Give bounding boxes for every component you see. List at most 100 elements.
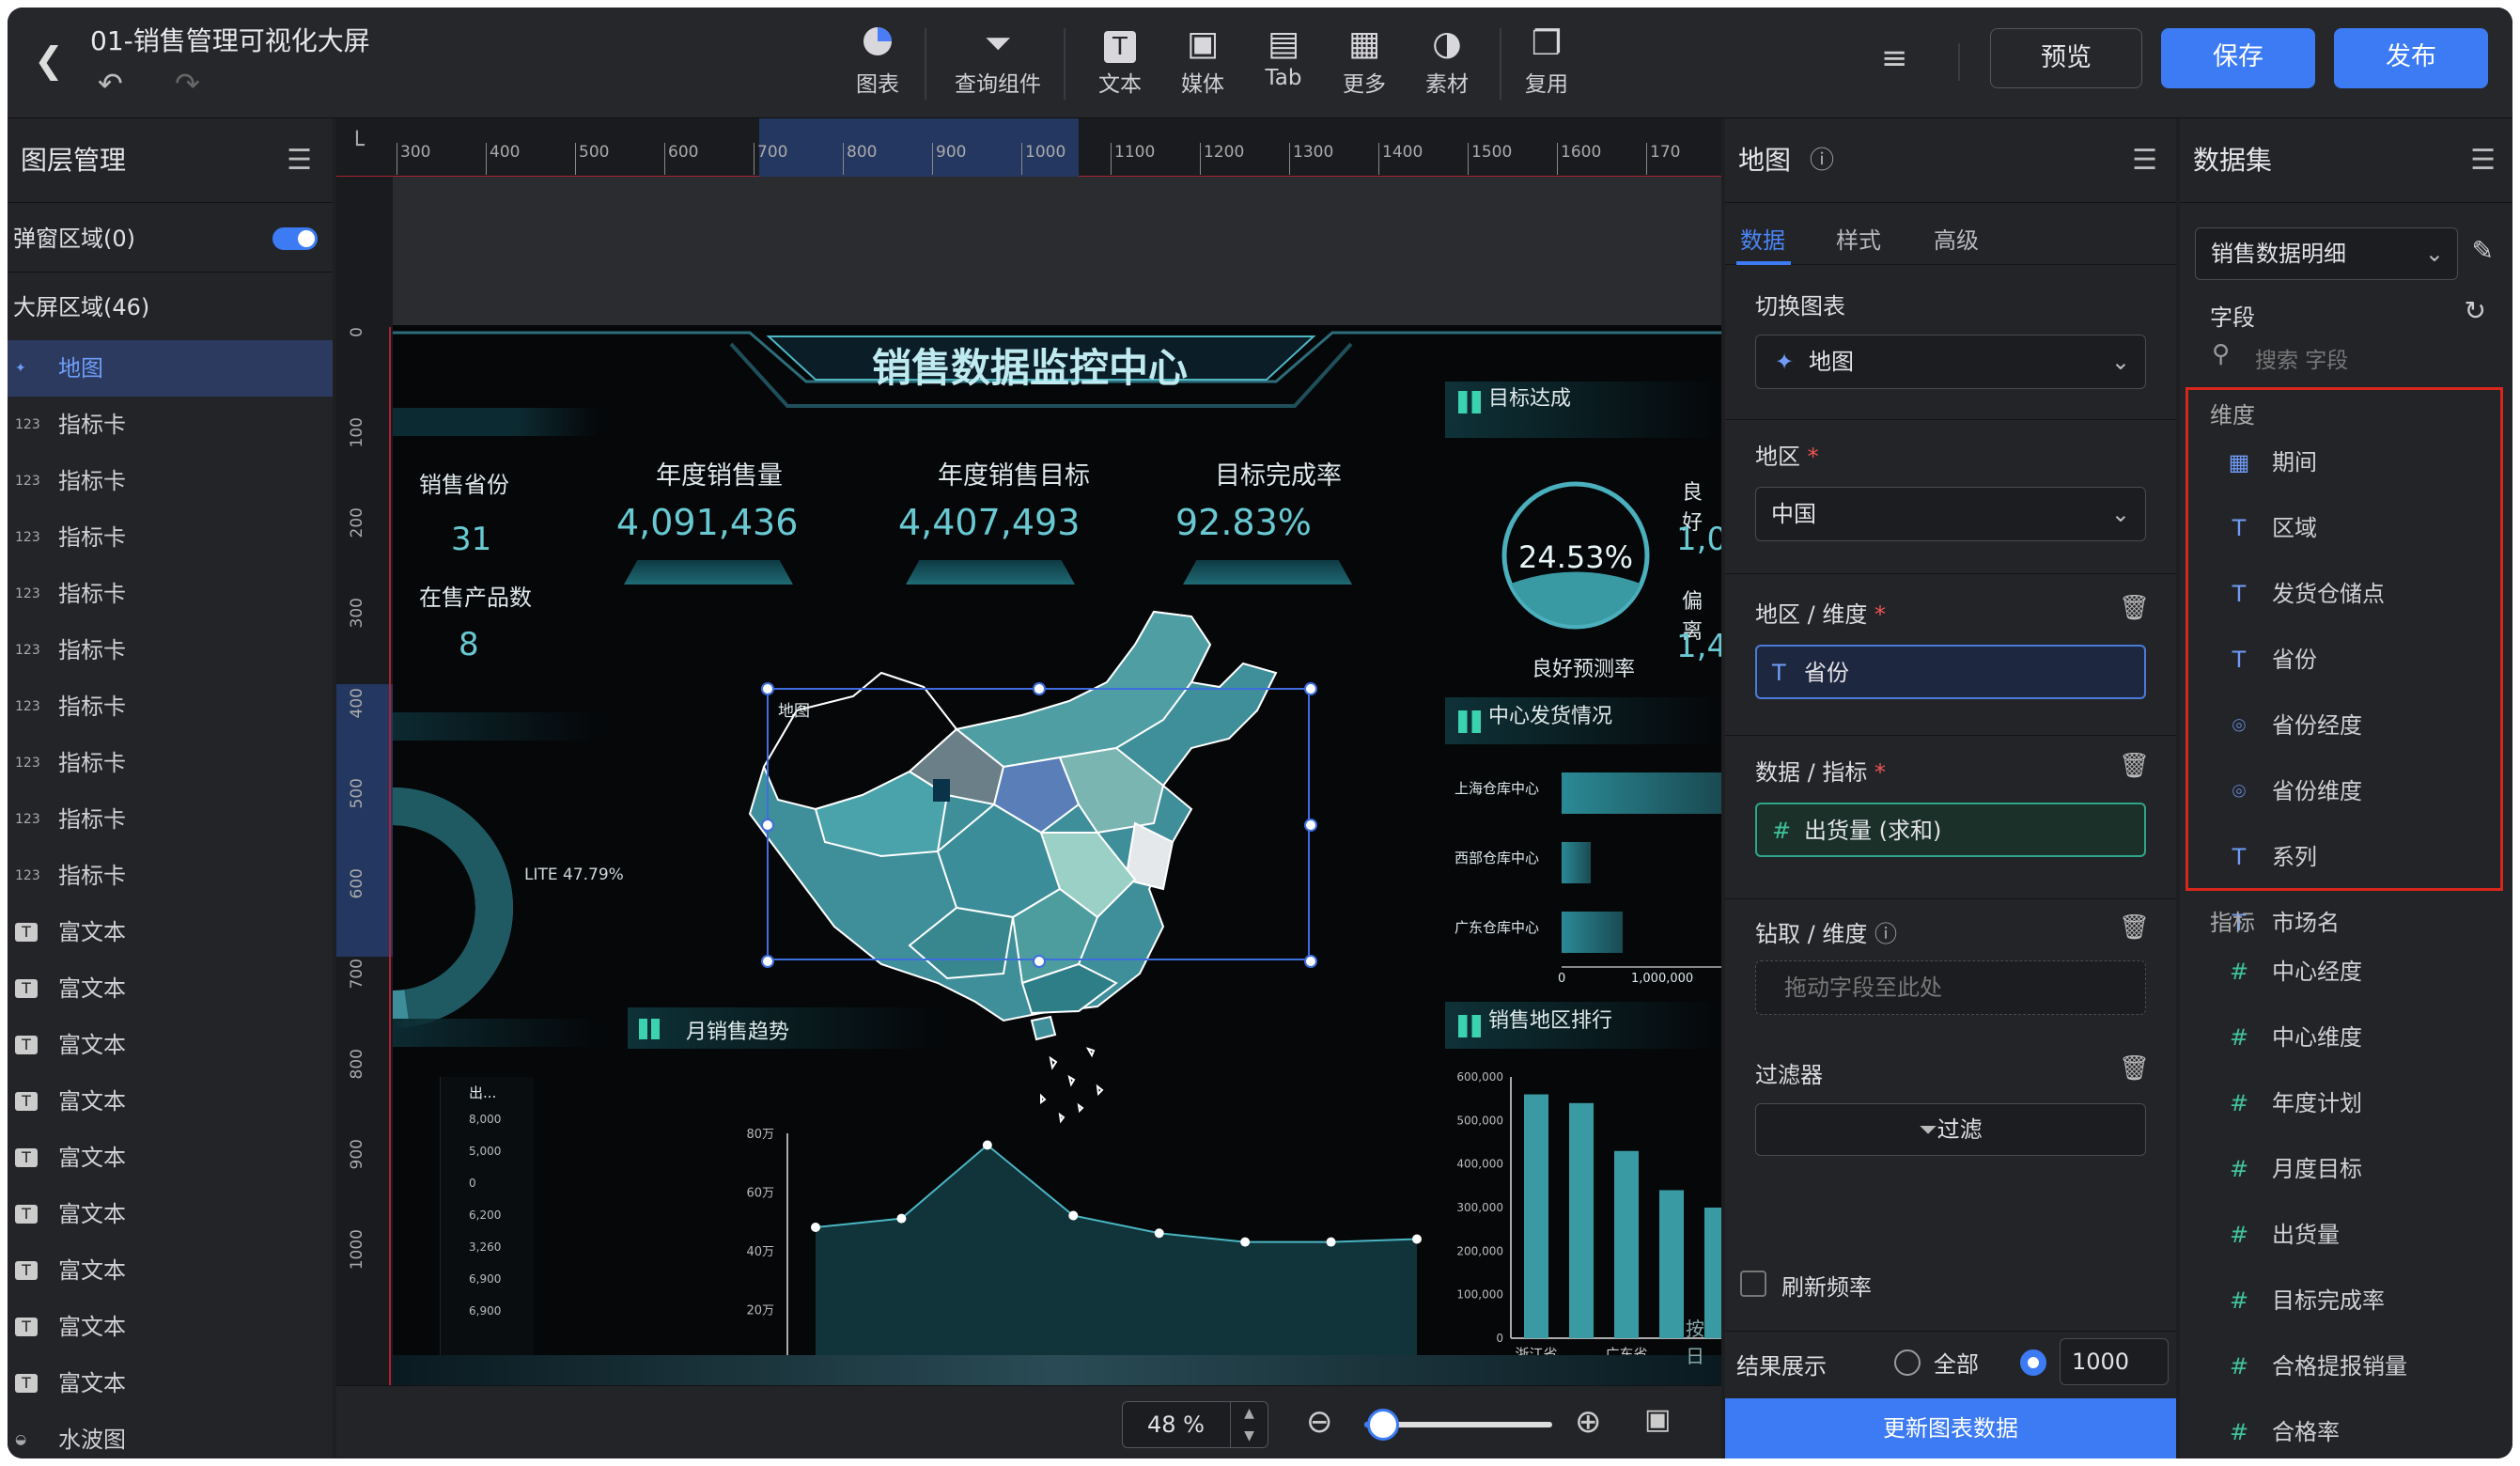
tab-data[interactable]: 数据 xyxy=(1740,222,1785,255)
layer-item[interactable]: ✦ 地图 xyxy=(8,340,333,397)
kpi-base xyxy=(906,560,1075,585)
update-chart-button[interactable]: 更新图表数据 xyxy=(1725,1398,2176,1458)
zoom-input[interactable]: 48 % ▲ ▼ xyxy=(1122,1401,1268,1448)
text-icon: T xyxy=(15,1205,38,1224)
field-search-input[interactable]: 搜索 字段 xyxy=(2255,342,2348,374)
layer-item[interactable]: T 富文本 xyxy=(8,960,333,1017)
undo-icon[interactable]: ↶ xyxy=(98,66,123,101)
layer-item[interactable]: 123 指标卡 xyxy=(8,678,333,735)
region-select[interactable]: 中国 ⌄ xyxy=(1755,487,2146,541)
layer-item[interactable]: 123 指标卡 xyxy=(8,453,333,509)
selection-box[interactable]: 地图 xyxy=(767,688,1310,960)
metric-drop-field[interactable]: # 出货量 (求和) xyxy=(1755,803,2146,857)
layer-item[interactable]: 123 指标卡 xyxy=(8,397,333,453)
info-icon[interactable]: ⓘ xyxy=(1810,118,1834,203)
tool-chart[interactable]: 图表 xyxy=(831,23,925,98)
save-button[interactable]: 保存 xyxy=(2161,28,2315,88)
layer-label: 富文本 xyxy=(58,1032,126,1058)
trash-icon[interactable]: 🗑 xyxy=(2119,1054,2150,1083)
top-ruler: 300 400 500 600 700 800 900 1000 1100 1200 1300 140… xyxy=(336,118,1721,177)
tool-text[interactable]: T 文本 xyxy=(1073,23,1167,98)
result-all-radio[interactable] xyxy=(1894,1349,1921,1376)
resize-handle[interactable] xyxy=(761,682,774,695)
chart-type-select[interactable]: ✦ 地图 ⌄ xyxy=(1755,335,2146,389)
table-cell: 8,000 xyxy=(469,1113,502,1126)
settings-sliders-icon[interactable]: ≡ xyxy=(1881,39,1908,77)
tool-assets[interactable]: ◑ 素材 xyxy=(1400,23,1494,98)
layer-item[interactable]: 123 指标卡 xyxy=(8,566,333,622)
dataset-panel: 数据集 ☰ 销售数据明细 ⌄ ✎ 字段 ↻ ⚲ 搜索 字段 维度 ▦ 期间 T 区域 T… xyxy=(2180,118,2512,1458)
zoom-slider[interactable] xyxy=(1364,1409,1552,1441)
zoom-slider-thumb[interactable] xyxy=(1367,1409,1399,1441)
resize-handle[interactable] xyxy=(761,955,774,968)
layer-item[interactable]: 123 指标卡 xyxy=(8,622,333,678)
funnel-icon: ⏷ xyxy=(984,24,1012,63)
trash-icon[interactable]: 🗑 xyxy=(2119,752,2150,780)
field-label: 省份经度 xyxy=(2272,712,2362,739)
result-all-label: 全部 xyxy=(1934,1351,1979,1378)
layer-item[interactable]: T 富文本 xyxy=(8,1186,333,1242)
zoom-stepper-icon[interactable]: ▲ ▼ xyxy=(1230,1402,1268,1447)
filter-button[interactable]: ⏷过滤 xyxy=(1755,1103,2146,1156)
edit-icon[interactable]: ✎ xyxy=(2472,235,2494,266)
tool-reuse[interactable]: ❐ 复用 xyxy=(1500,23,1594,98)
tool-label: 文本 xyxy=(1098,72,1142,97)
data-point xyxy=(1154,1228,1164,1239)
fit-screen-icon[interactable]: ▣ xyxy=(1644,1403,1671,1436)
refresh-icon[interactable]: ↻ xyxy=(2465,295,2486,326)
dimension-drop-field[interactable]: T 省份 xyxy=(1755,645,2146,699)
tool-more[interactable]: ▦ 更多 xyxy=(1317,23,1411,98)
preview-button[interactable]: 预览 xyxy=(1990,28,2142,88)
tab-style[interactable]: 样式 xyxy=(1836,222,1881,255)
popup-toggle[interactable] xyxy=(272,227,318,250)
resize-handle[interactable] xyxy=(1304,682,1317,695)
menu-icon[interactable]: ☰ xyxy=(2470,118,2496,203)
layer-item[interactable]: T 富文本 xyxy=(8,1130,333,1186)
trash-icon[interactable]: 🗑 xyxy=(2119,594,2150,622)
redo-icon[interactable]: ↷ xyxy=(175,66,200,101)
layer-item[interactable]: T 富文本 xyxy=(8,1242,333,1299)
dataset-select[interactable]: 销售数据明细 ⌄ xyxy=(2195,227,2458,280)
layer-item[interactable]: T 富文本 xyxy=(8,1299,333,1355)
monthly-trend-chart: 0万20万40万60万80万2023-01-012023-02-012023-0… xyxy=(746,1128,1452,1385)
layer-item[interactable]: 123 指标卡 xyxy=(8,848,333,904)
layer-item[interactable]: T 富文本 xyxy=(8,1073,333,1130)
layer-panel-header: 图层管理 ☰ xyxy=(8,118,333,203)
region-label: 地区 * xyxy=(1755,438,1819,471)
field-label: 系列 xyxy=(2272,844,2317,870)
resize-handle[interactable] xyxy=(1033,682,1046,695)
chart-type-value: 地图 xyxy=(1809,349,1854,375)
zoom-in-icon[interactable]: ⊕ xyxy=(1575,1403,1602,1441)
tool-query[interactable]: ⏷ 查询组件 xyxy=(951,23,1045,98)
number-icon: 123 xyxy=(15,530,40,545)
menu-icon[interactable]: ☰ xyxy=(2132,118,2157,203)
publish-button[interactable]: 发布 xyxy=(2334,28,2488,88)
result-limit-input[interactable]: 1000 xyxy=(2060,1338,2169,1385)
trash-icon[interactable]: 🗑 xyxy=(2119,913,2150,942)
layer-item[interactable]: 123 指标卡 xyxy=(8,509,333,566)
resize-handle[interactable] xyxy=(1033,955,1046,968)
drill-drop-field[interactable]: 拖动字段至此处 xyxy=(1755,960,2146,1015)
layer-item[interactable]: 123 指标卡 xyxy=(8,791,333,848)
screen-title: 销售数据监控中心 xyxy=(872,345,1189,391)
tool-media[interactable]: ▣ 媒体 xyxy=(1156,23,1250,98)
layer-item[interactable]: ◒ 水波图 xyxy=(8,1411,333,1458)
dashboard-screen[interactable]: 销售数据监控中心 销售省份 31 在售产品数 8 LITE 47.79% 出..… xyxy=(393,325,1721,1385)
tool-tab[interactable]: ▤ Tab xyxy=(1237,23,1330,90)
kpi-label: 年度销售量 xyxy=(656,461,783,491)
resize-handle[interactable] xyxy=(761,819,774,832)
collapse-list-icon[interactable]: ☰ xyxy=(287,118,312,203)
tab-advanced[interactable]: 高级 xyxy=(1934,222,1979,255)
layer-item[interactable]: T 富文本 xyxy=(8,1355,333,1411)
back-arrow-icon[interactable]: ❮ xyxy=(34,41,64,79)
ruler-tick-label: 1100 xyxy=(1111,143,1155,175)
refresh-checkbox[interactable] xyxy=(1740,1271,1766,1297)
layer-item[interactable]: T 富文本 xyxy=(8,904,333,960)
zoom-out-icon[interactable]: ⊖ xyxy=(1306,1403,1333,1441)
layer-item[interactable]: T 富文本 xyxy=(8,1017,333,1073)
layer-label: 富文本 xyxy=(58,1088,126,1115)
resize-handle[interactable] xyxy=(1304,819,1317,832)
layer-item[interactable]: 123 指标卡 xyxy=(8,735,333,791)
result-limit-radio[interactable] xyxy=(2020,1349,2046,1376)
resize-handle[interactable] xyxy=(1304,955,1317,968)
